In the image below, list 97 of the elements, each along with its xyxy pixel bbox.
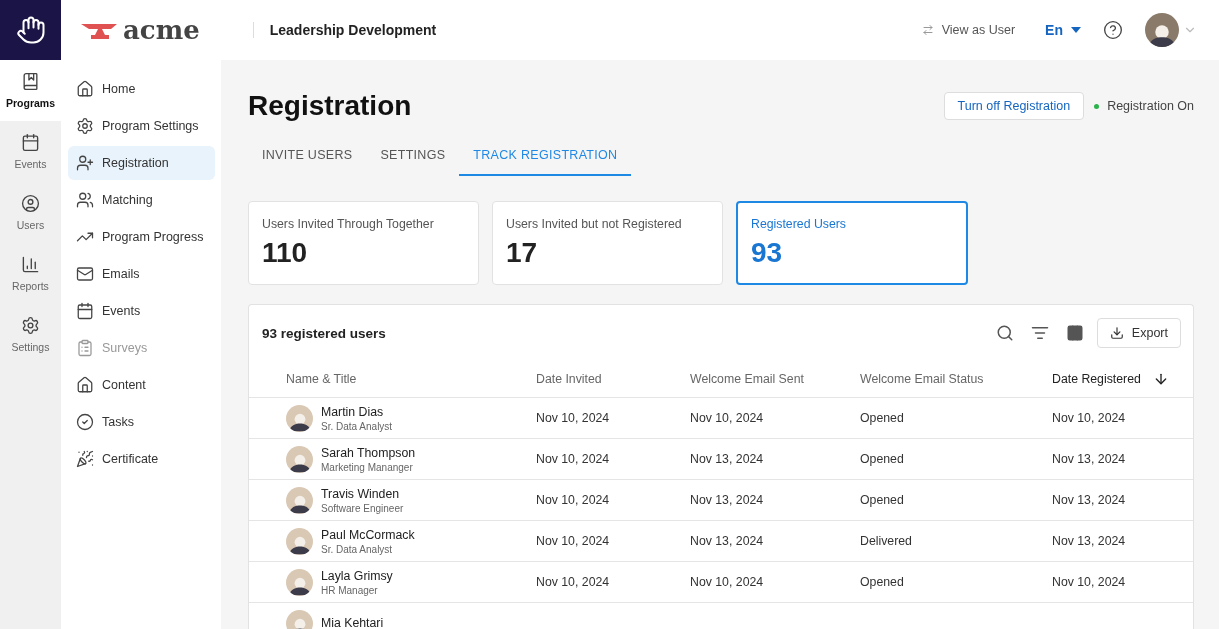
user-icon	[21, 194, 40, 213]
rail-item[interactable]: Users	[0, 182, 61, 243]
tab[interactable]: INVITE USERS	[248, 140, 367, 176]
user-name: Paul McCormack	[321, 527, 415, 542]
table-cell-text: Nov 13, 2024	[1052, 452, 1127, 466]
column-header[interactable]: Name & Title	[286, 372, 536, 386]
user-avatar[interactable]	[1145, 13, 1179, 47]
column-header[interactable]: Welcome Email Status	[860, 372, 1052, 386]
stat-card[interactable]: Users Invited but not Registered 17	[492, 201, 723, 285]
table-cell-text: Nov 13, 2024	[690, 493, 765, 507]
home-icon	[76, 376, 94, 394]
home-icon	[76, 80, 94, 98]
user-title: Software Engineer	[321, 502, 404, 514]
user-name: Mia Kehtari	[321, 616, 384, 629]
stat-value: 110	[262, 237, 309, 269]
table-cell-text: Nov 13, 2024	[690, 452, 765, 466]
user-name: Layla Grimsy	[321, 568, 393, 583]
rail-item[interactable]: Events	[0, 121, 61, 182]
table-cell-text: Opened	[860, 575, 905, 589]
brand-name: acme	[123, 15, 200, 45]
rail-item[interactable]: Reports	[0, 243, 61, 304]
user-name: Sarah Thompson	[321, 445, 416, 460]
calendar-icon	[76, 302, 94, 320]
sidebar-item[interactable]: Emails	[68, 257, 215, 291]
check-circle-icon	[76, 413, 94, 431]
table-cell-text: Opened	[860, 411, 905, 425]
sidebar-item[interactable]: Tasks	[68, 405, 215, 439]
sidebar-item[interactable]: Program Progress	[68, 220, 215, 254]
table-cell-text: Opened	[860, 493, 905, 507]
table-title: 93 registered users	[262, 325, 386, 341]
table-cell-text: Nov 10, 2024	[536, 534, 611, 548]
party-popper-icon	[76, 450, 94, 468]
table-cell-text: Nov 10, 2024	[536, 411, 611, 425]
column-header[interactable]: Date Registered	[1052, 372, 1153, 386]
turn-off-registration-button[interactable]: Turn off Registration	[943, 92, 1085, 120]
stat-label: Users Invited Through Together	[262, 217, 435, 231]
stat-card[interactable]: Users Invited Through Together 110	[248, 201, 479, 285]
table-cell-text: Nov 10, 2024	[536, 575, 611, 589]
sidebar-item[interactable]: Program Settings	[68, 109, 215, 143]
avatar	[286, 568, 313, 596]
clipboard-icon	[76, 339, 94, 357]
table-cell-text: Nov 10, 2024	[690, 575, 765, 589]
sidebar-item[interactable]: Home	[68, 72, 215, 106]
tab[interactable]: SETTINGS	[366, 140, 460, 176]
view-as-user-link[interactable]: View as User	[921, 23, 1016, 37]
user-title: Sr. Data Analyst	[321, 543, 394, 555]
avatar	[286, 445, 313, 473]
settings-icon	[21, 316, 40, 335]
sidebar-item[interactable]: Events	[68, 294, 215, 328]
stat-value: 17	[506, 237, 539, 269]
program-name: Leadership Development	[269, 22, 437, 38]
table-cell-text: Nov 10, 2024	[536, 493, 611, 507]
help-icon[interactable]	[1103, 20, 1123, 40]
user-title: Marketing Mananger	[321, 461, 414, 473]
table-cell-text: Nov 10, 2024	[1052, 411, 1127, 425]
page-title: Registration	[248, 90, 412, 122]
avatar	[286, 609, 313, 629]
table-cell-text: Opened	[860, 452, 905, 466]
mail-icon	[76, 265, 94, 283]
stat-label: Users Invited but not Registered	[506, 217, 683, 231]
avatar	[286, 404, 313, 432]
table-cell-text: Nov 13, 2024	[1052, 534, 1127, 548]
caret-icon	[1071, 27, 1081, 33]
stat-label: Registered Users	[751, 217, 847, 231]
avatar	[286, 486, 313, 514]
chart-icon	[21, 255, 40, 274]
sidebar-item[interactable]: Content	[68, 368, 215, 402]
user-title: Sr. Data Analyst	[321, 420, 393, 432]
swap-arrows-icon	[921, 24, 934, 36]
add-user-icon	[76, 154, 94, 172]
download-icon	[1109, 326, 1124, 340]
language-dropdown[interactable]: En	[1045, 22, 1081, 38]
user-title: HR Manager	[321, 584, 379, 596]
table-cell-text: Delivered	[860, 534, 913, 548]
column-header[interactable]: Welcome Email Sent	[690, 372, 860, 386]
avatar	[286, 527, 313, 555]
table-cell-text: Nov 10, 2024	[1052, 575, 1127, 589]
sidebar-item[interactable]: Certificate	[68, 442, 215, 476]
book-icon	[21, 72, 40, 91]
export-button[interactable]: Export	[1096, 318, 1181, 348]
table-cell-text: Nov 13, 2024	[1052, 493, 1127, 507]
registration-status: Registration On	[1107, 99, 1194, 113]
users-icon	[76, 191, 94, 209]
user-name: Travis Winden	[321, 486, 401, 501]
sidebar-item[interactable]: Registration	[68, 146, 215, 180]
column-header[interactable]: Date Invited	[536, 372, 690, 386]
table-cell-text: Nov 13, 2024	[690, 534, 765, 548]
calendar-icon	[21, 133, 40, 152]
rail-item[interactable]: Settings	[0, 304, 61, 365]
stat-value: 93	[751, 237, 784, 269]
stat-card[interactable]: Registered Users 93	[736, 201, 968, 285]
user-name: Martin Dias	[321, 404, 385, 419]
table-cell-text: Nov 10, 2024	[690, 411, 765, 425]
rail-item[interactable]: Programs	[0, 60, 61, 121]
sidebar-item[interactable]: Matching	[68, 183, 215, 217]
table-cell-text: Nov 10, 2024	[536, 452, 611, 466]
settings-icon	[76, 117, 94, 135]
